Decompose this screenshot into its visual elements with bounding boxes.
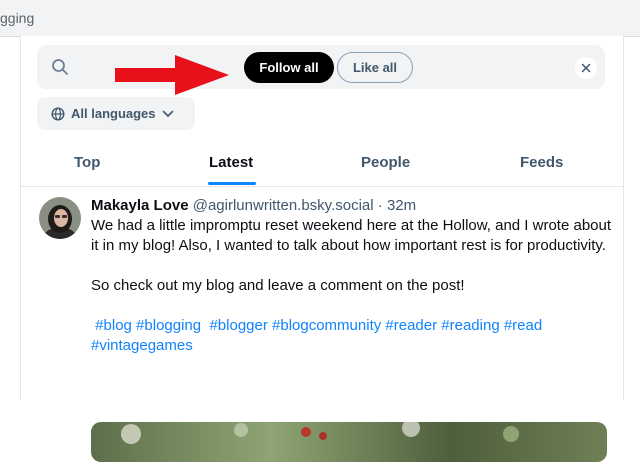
globe-icon xyxy=(51,106,65,121)
tab-latest[interactable]: Latest xyxy=(209,154,253,171)
language-filter-dropdown[interactable]: All languages xyxy=(37,97,195,130)
language-filter-label: All languages xyxy=(71,106,156,121)
address-bar-url[interactable]: gging xyxy=(0,10,34,26)
clear-search-button[interactable] xyxy=(575,57,597,79)
tab-feeds[interactable]: Feeds xyxy=(520,154,563,171)
active-tab-indicator xyxy=(208,182,256,185)
search-icon xyxy=(52,59,68,75)
header-separator: · xyxy=(377,197,383,214)
author-name[interactable]: Makayla Love xyxy=(91,197,189,214)
post-image[interactable] xyxy=(91,422,607,462)
hashtag-link[interactable]: #reading xyxy=(441,317,499,334)
follow-all-button[interactable]: Follow all xyxy=(244,52,334,83)
chevron-down-icon xyxy=(162,110,174,118)
avatar[interactable] xyxy=(39,197,81,239)
hashtag-link[interactable]: #blogging xyxy=(136,317,201,334)
post-paragraph: So check out my blog and leave a comment… xyxy=(91,277,465,294)
browser-address-bar[interactable]: gging xyxy=(0,0,640,37)
close-icon xyxy=(581,63,591,73)
main-column: Follow all Like all All languages Top La… xyxy=(20,36,624,462)
post-item[interactable]: Makayla Love @agirlunwritten.bsky.social… xyxy=(21,187,623,462)
tab-top[interactable]: Top xyxy=(74,154,100,171)
search-tabs: Top Latest People Feeds xyxy=(21,142,623,187)
post-text: We had a little impromptu reset weekend … xyxy=(91,216,611,296)
post-header: Makayla Love @agirlunwritten.bsky.social… xyxy=(91,196,611,216)
author-handle[interactable]: @agirlunwritten.bsky.social xyxy=(193,197,374,214)
like-all-button[interactable]: Like all xyxy=(337,52,413,83)
hashtag-link[interactable]: #vintagegames xyxy=(91,337,193,354)
search-bar[interactable]: Follow all Like all xyxy=(37,45,605,95)
hashtag-link[interactable]: #blogcommunity xyxy=(272,317,381,334)
post-content: Makayla Love @agirlunwritten.bsky.social… xyxy=(91,196,611,356)
tab-people[interactable]: People xyxy=(361,154,410,171)
post-paragraph: We had a little impromptu reset weekend … xyxy=(91,217,612,254)
hashtag-link[interactable]: #blog xyxy=(95,317,132,334)
hashtag-link[interactable]: #reader xyxy=(385,317,437,334)
hashtag-list: #blog #blogging #blogger #blogcommunity … xyxy=(91,316,611,356)
post-timestamp[interactable]: 32m xyxy=(387,197,416,214)
hashtag-link[interactable]: #read xyxy=(504,317,542,334)
hashtag-link[interactable]: #blogger xyxy=(209,317,267,334)
red-arrow-annotation xyxy=(115,55,229,95)
